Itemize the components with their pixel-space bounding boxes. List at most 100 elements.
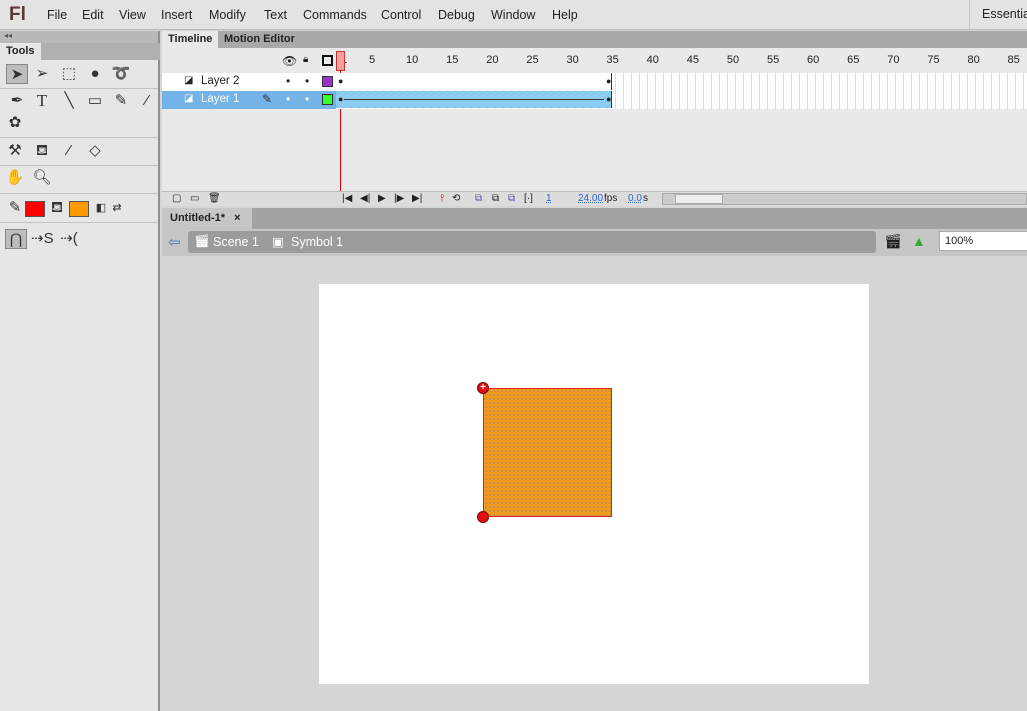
frame-rate[interactable]: 24.00	[578, 193, 603, 204]
orange-square-shape[interactable]	[483, 388, 612, 517]
edit-scene-icon[interactable]: 🎬︎	[884, 233, 902, 250]
menu-file[interactable]: File	[47, 8, 67, 22]
last-frame-button[interactable]: ▶|	[412, 193, 422, 204]
pencil-tool-icon[interactable]: ✎	[110, 91, 132, 111]
new-layer-icon[interactable]: ▢	[172, 193, 181, 204]
bone-tool-icon[interactable]: ⚒	[4, 141, 26, 161]
text-tool-icon[interactable]: T	[31, 91, 53, 111]
line-tool-icon[interactable]: ╲	[58, 91, 80, 111]
eraser-tool-icon[interactable]: ◇	[84, 141, 106, 161]
menu-bar: Fl File Edit View Insert Modify Text Com…	[0, 0, 1027, 30]
document-tab[interactable]: Untitled-1* ×	[162, 208, 252, 229]
ruler-label: 15	[446, 54, 459, 66]
ruler-label: 10	[406, 54, 419, 66]
menu-view[interactable]: View	[119, 8, 146, 22]
lock-dot[interactable]: •	[305, 74, 309, 88]
layer-row[interactable]: ◪ Layer 1 ✎ • •	[162, 91, 336, 109]
tab-timeline[interactable]: Timeline	[162, 31, 219, 48]
smooth-icon[interactable]: ⇢S	[31, 229, 54, 249]
fill-color-swatch[interactable]	[69, 201, 89, 217]
menu-modify[interactable]: Modify	[209, 8, 246, 22]
onion-skin-icon[interactable]: ⧉	[475, 193, 482, 204]
visibility-dot[interactable]: •	[286, 74, 290, 88]
keyframe-dot: ●	[338, 94, 344, 104]
menu-control[interactable]: Control	[381, 8, 421, 22]
breadcrumb-scene[interactable]: Scene 1	[213, 235, 259, 249]
eyedropper-tool-icon[interactable]: ⁄	[58, 141, 80, 161]
zoom-input[interactable]: 100%	[939, 231, 1027, 251]
frame-ruler[interactable]: 1510152025303540455055606570758085	[336, 50, 1027, 72]
step-back-button[interactable]: ◀|	[360, 193, 370, 204]
modify-markers-icon[interactable]: [·]	[524, 193, 533, 204]
free-transform-tool-icon[interactable]: ⬚	[58, 64, 80, 84]
fps-label: fps	[604, 193, 618, 204]
tools-tab[interactable]: Tools	[0, 43, 41, 60]
brush-tool-icon[interactable]: ⁄	[136, 91, 158, 111]
tab-motion-editor[interactable]: Motion Editor	[218, 31, 301, 48]
scrollbar-thumb[interactable]	[675, 194, 723, 204]
scene-icon: 🎬︎	[194, 234, 210, 248]
pen-tool-icon[interactable]: ✒	[6, 91, 28, 111]
lock-icon[interactable]: 🔒︎	[303, 54, 308, 65]
outline-icon[interactable]	[322, 55, 333, 66]
visibility-dot[interactable]: •	[286, 92, 290, 106]
lasso-tool-icon[interactable]: ➰	[110, 64, 132, 84]
snap-to-objects-icon[interactable]: ⋂	[5, 229, 27, 249]
current-frame[interactable]: 1	[546, 193, 552, 204]
edit-symbols-icon[interactable]: ▲	[912, 233, 926, 249]
loop-icon[interactable]: ⟲	[452, 193, 460, 204]
straighten-icon[interactable]: ⇢(	[58, 229, 80, 249]
paint-bucket-tool-icon[interactable]: ⛾	[31, 141, 53, 161]
edit-multiple-frames-icon[interactable]: ⧉	[508, 193, 515, 204]
menu-insert[interactable]: Insert	[161, 8, 192, 22]
step-forward-button[interactable]: |▶	[394, 193, 404, 204]
first-frame-button[interactable]: |◀	[342, 193, 352, 204]
horizontal-scrollbar[interactable]	[662, 193, 1027, 205]
registration-point-handle[interactable]	[477, 511, 489, 523]
3d-rotation-tool-icon[interactable]: ●	[84, 64, 106, 84]
close-tab-icon[interactable]: ×	[234, 212, 240, 224]
stroke-color-swatch[interactable]	[25, 201, 45, 217]
frame-span[interactable]	[336, 73, 612, 90]
selection-tool-icon[interactable]: ➤	[6, 64, 28, 84]
delete-layer-icon[interactable]: 🗑︎	[208, 193, 221, 204]
eye-icon[interactable]: 👁︎	[282, 54, 297, 68]
layer-icon: ◪	[184, 75, 194, 86]
elapsed-time[interactable]: 0.0	[628, 193, 642, 204]
center-frame-icon[interactable]: ⫯	[440, 193, 444, 204]
rectangle-tool-icon[interactable]: ▭	[84, 91, 106, 111]
menu-window[interactable]: Window	[491, 8, 535, 22]
menu-text[interactable]: Text	[264, 8, 287, 22]
menu-help[interactable]: Help	[552, 8, 578, 22]
ruler-label: 50	[726, 54, 740, 66]
layer-name[interactable]: Layer 1	[201, 93, 239, 105]
timeline-panel: Timeline Motion Editor 👁︎ 🔒︎ 15101520253…	[162, 31, 1027, 206]
breadcrumb-symbol[interactable]: Symbol 1	[291, 235, 343, 249]
transform-point-handle[interactable]: +	[477, 382, 489, 394]
layer-frames[interactable]: ● ●	[336, 91, 1027, 109]
menu-commands[interactable]: Commands	[303, 8, 367, 22]
collapse-icon[interactable]: ◂◂	[0, 31, 158, 43]
symbol-icon: ▣	[272, 235, 284, 249]
ruler-label: 35	[606, 54, 619, 66]
subselection-tool-icon[interactable]: ➢	[31, 64, 53, 84]
lock-dot[interactable]: •	[305, 92, 309, 106]
deco-tool-icon[interactable]: ✿	[4, 113, 26, 133]
zoom-tool-icon[interactable]: 🔍︎	[31, 168, 53, 188]
hand-tool-icon[interactable]: ✋	[4, 168, 26, 188]
menu-debug[interactable]: Debug	[438, 8, 475, 22]
play-button[interactable]: ▶	[378, 193, 386, 204]
menu-edit[interactable]: Edit	[82, 8, 104, 22]
layer-frames[interactable]: ● ●	[336, 73, 1027, 91]
onion-outline-icon[interactable]: ⧉	[492, 193, 499, 204]
layer-name[interactable]: Layer 2	[201, 75, 239, 87]
new-folder-icon[interactable]: ▭	[190, 193, 199, 204]
layer-color-swatch[interactable]	[322, 94, 333, 105]
swap-colors-icon[interactable]: ⇄	[106, 198, 128, 218]
playhead[interactable]	[336, 51, 345, 71]
layer-row[interactable]: ◪ Layer 2 • •	[162, 73, 336, 91]
workspace-switcher[interactable]: Essentials	[969, 0, 1027, 30]
back-arrow-icon[interactable]: ⇦	[168, 233, 181, 251]
stage[interactable]: +	[319, 284, 869, 684]
layer-color-swatch[interactable]	[322, 76, 333, 87]
